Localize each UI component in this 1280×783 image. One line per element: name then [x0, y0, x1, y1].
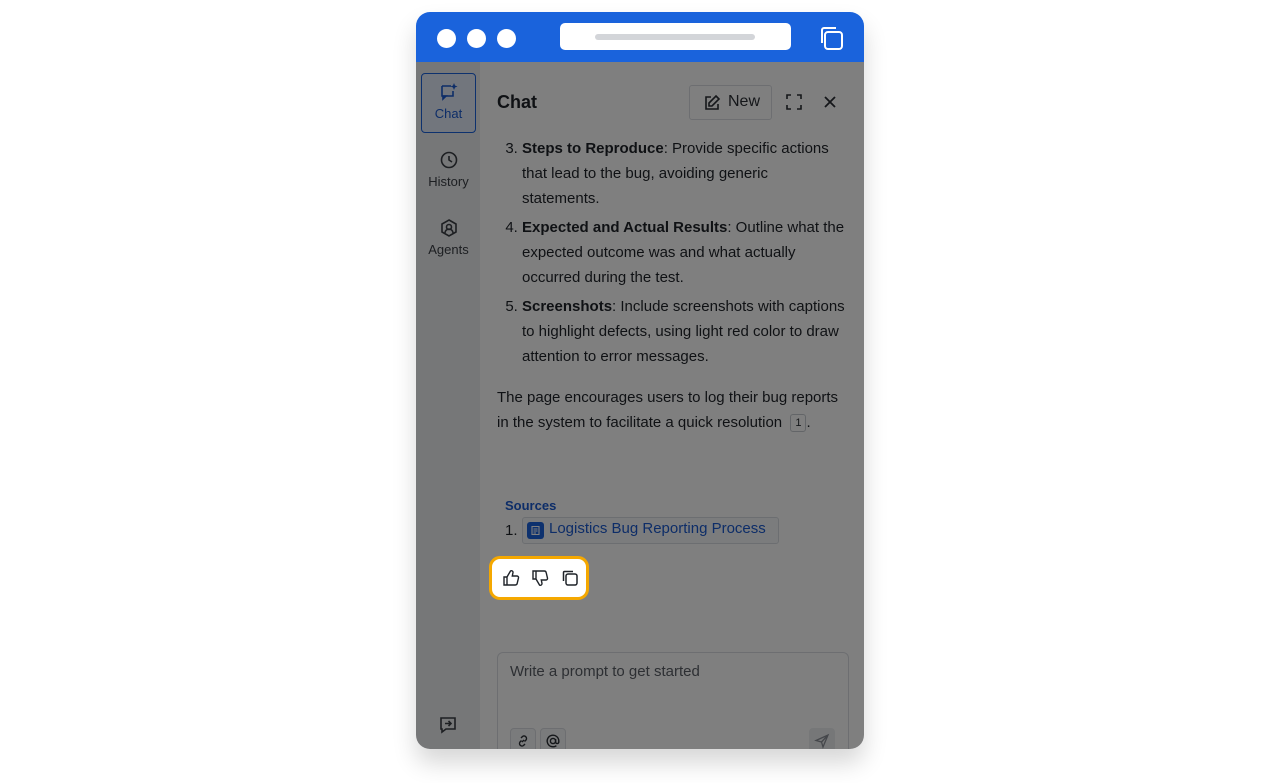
source-number: 1.: [505, 522, 518, 539]
new-chat-label: New: [728, 93, 761, 110]
list-item: Steps to Reproduce: Provide specific act…: [522, 136, 847, 211]
source-link[interactable]: Logistics Bug Reporting Process: [522, 517, 779, 544]
close-icon[interactable]: [824, 96, 836, 108]
feedback-actions: [489, 556, 589, 600]
browser-window: Chat History Agents Chat New 3. Steps to…: [416, 12, 864, 749]
summary-paragraph: The page encourages users to log their b…: [497, 389, 839, 432]
assistant-message: Steps to Reproduce: Provide specific act…: [497, 136, 847, 435]
rail-item-label: History: [428, 174, 469, 189]
expand-icon[interactable]: [785, 93, 803, 111]
clock-icon: [440, 151, 457, 169]
chat-panel: Chat New Steps to Reproduce: Provide spe…: [480, 62, 864, 749]
document-icon: [527, 522, 544, 539]
mention-button[interactable]: [540, 728, 566, 749]
rail-item-label: Chat: [434, 106, 463, 121]
new-chat-button[interactable]: New: [689, 85, 772, 120]
page-title: Chat: [497, 92, 537, 112]
send-button[interactable]: [809, 728, 835, 749]
steps-list: Steps to Reproduce: Provide specific act…: [497, 136, 847, 369]
rail-item-chat[interactable]: Chat: [421, 73, 476, 133]
edit-icon: [705, 94, 721, 110]
window-titlebar: [416, 12, 864, 62]
attach-link-button[interactable]: [510, 728, 536, 749]
window-close-dot[interactable]: [437, 29, 456, 48]
agent-hexagon-icon: [440, 219, 457, 237]
source-title: Logistics Bug Reporting Process: [549, 520, 766, 537]
prompt-input[interactable]: [510, 663, 830, 680]
thumbs-down-icon[interactable]: [531, 569, 549, 587]
chat-sparkle-icon: [440, 83, 457, 101]
citation-badge[interactable]: 1: [790, 414, 807, 432]
address-placeholder-bar: [595, 34, 755, 40]
rail-item-agents[interactable]: Agents: [421, 210, 476, 270]
rail-item-label: Agents: [428, 242, 469, 257]
window-maximize-dot[interactable]: [497, 29, 516, 48]
copy-window-icon[interactable]: [818, 25, 844, 51]
rail-item-history[interactable]: History: [421, 142, 476, 202]
at-sign-icon: [546, 734, 560, 748]
collapse-panel-icon[interactable]: [437, 714, 459, 736]
chat-app: Chat History Agents Chat New 3. Steps to…: [416, 62, 864, 749]
link-icon: [518, 735, 528, 747]
source-list-item: 1. Logistics Bug Reporting Process: [505, 517, 779, 544]
prompt-composer: [497, 652, 849, 749]
sources-label: Sources: [505, 498, 557, 513]
thumbs-up-icon[interactable]: [502, 569, 520, 587]
copy-icon[interactable]: [561, 569, 579, 587]
side-rail: Chat History Agents: [416, 62, 481, 749]
address-bar[interactable]: [560, 23, 791, 50]
send-icon: [814, 733, 830, 749]
list-item: Screenshots: Include screenshots with ca…: [522, 294, 847, 369]
window-minimize-dot[interactable]: [467, 29, 486, 48]
list-item: Expected and Actual Results: Outline wha…: [522, 215, 847, 290]
